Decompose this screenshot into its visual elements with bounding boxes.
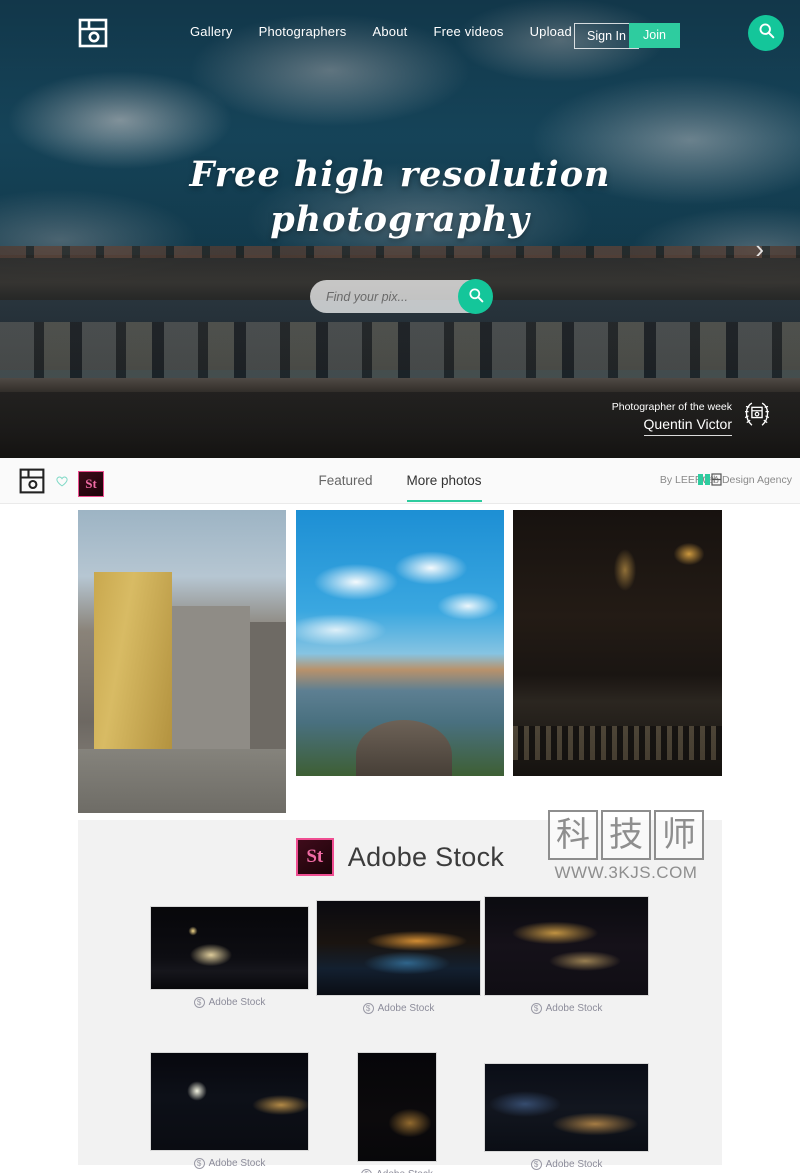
thumbnail-row-2: $ Adobe Stock $ Adobe Stock $ Adobe St [78,1036,722,1173]
dollar-circle-icon: $ [361,1169,373,1173]
night-harbor-city-lights-thumb[interactable] [316,900,481,996]
nav-link-gallery[interactable]: Gallery [190,24,233,39]
nav-search-button[interactable] [748,15,784,51]
tab-more-photos[interactable]: More photos [406,461,482,502]
join-button[interactable]: Join [629,23,680,48]
porto-street-buildings-photo[interactable] [78,510,286,813]
hero-title: Free high resolution photography [0,152,800,242]
thumbnail-caption-label: Adobe Stock [545,1159,603,1170]
gallery-toolbar: St Featured More photos By LEEROY Web De… [0,458,800,504]
dollar-circle-icon: $ [530,1159,542,1170]
main-navigation: Gallery Photographers About Free videos … [0,0,800,66]
night-downtown-skyline-thumb[interactable] [484,1063,649,1152]
dollar-circle-icon: $ [193,997,205,1008]
photographer-name: Quentin Victor [643,415,732,436]
thumbnail-caption-label: Adobe Stock [376,1169,433,1173]
thumbnail-cell[interactable]: $ Adobe Stock [357,1052,437,1173]
search-icon [758,22,775,44]
search-icon [468,287,484,306]
night-plaza-lit-buildings-thumb[interactable] [150,906,309,990]
night-aerial-city-lights-thumb[interactable] [484,896,649,996]
watermark-characters: 科 技 师 [548,810,704,860]
thumbnail-cell[interactable]: $ Adobe Stock [150,906,309,1008]
thumbnail-cell[interactable]: $ Adobe Stock [484,1063,649,1170]
thumbnail-caption-label: Adobe Stock [545,1003,603,1014]
watermark-overlay: 科 技 师 WWW.3KJS.COM [548,810,704,883]
laurel-wreath-award-icon [740,398,774,437]
dollar-circle-icon: $ [530,1003,542,1014]
photographer-label: Photographer of the week [611,400,732,413]
night-dock-blue-cranes-thumb[interactable] [150,1052,309,1151]
carousel-next-button[interactable]: › [755,236,764,262]
nav-link-upload[interactable]: Upload [530,24,572,39]
thumbnail-cell[interactable]: $ Adobe Stock [484,896,649,1014]
thumbnail-caption: $ Adobe Stock [316,1003,481,1014]
thumbnail-caption-label: Adobe Stock [208,997,266,1008]
thumbnail-caption-label: Adobe Stock [208,1158,266,1169]
adobe-stock-thumbnail-grid: $ Adobe Stock $ Adobe Stock $ Adobe Stoc… [78,896,722,1173]
watermark-char: 技 [601,810,651,860]
page-root: Gallery Photographers About Free videos … [0,0,800,1173]
photographer-of-the-week[interactable]: Photographer of the week Quentin Victor [612,398,774,437]
night-dark-tower-thumb[interactable] [357,1052,437,1162]
dollar-circle-icon: $ [362,1003,374,1014]
byline[interactable]: By LEEROY Web Design Agency [660,473,792,487]
hero-title-line-1: Free high resolution [189,154,611,195]
thumbnail-caption: $ Adobe Stock [150,1158,309,1169]
watermark-url: WWW.3KJS.COM [554,863,698,882]
thumbnail-caption: $ Adobe Stock [484,1003,649,1014]
tab-featured[interactable]: Featured [318,461,372,502]
nav-link-about[interactable]: About [372,24,407,39]
adobe-stock-logo-icon: St [295,838,334,876]
harbor-blue-sky-photo[interactable] [296,510,504,776]
watermark-char: 科 [548,810,598,860]
dollar-circle-icon: $ [193,1158,205,1169]
nav-links: Gallery Photographers About Free videos … [190,24,572,39]
thumbnail-caption: $ Adobe Stock [357,1169,437,1173]
thumbnail-caption: $ Adobe Stock [150,997,309,1008]
adobe-stock-title: Adobe Stock [347,841,505,872]
photo-gallery [0,504,800,816]
hero-title-line-2: photography [270,199,530,240]
hero-banner: Gallery Photographers About Free videos … [0,0,800,458]
camera-logo-icon[interactable] [77,17,109,49]
dark-wine-bar-photo[interactable] [513,510,722,776]
thumbnail-cell[interactable]: $ Adobe Stock [150,1052,309,1169]
leeroy-logo-icon [696,473,722,487]
nav-link-photographers[interactable]: Photographers [259,24,347,39]
hero-search-button[interactable] [458,279,493,314]
watermark-char: 师 [654,810,704,860]
thumbnail-row-1: $ Adobe Stock $ Adobe Stock $ Adobe Stoc… [78,896,722,1036]
photographer-text: Photographer of the week Quentin Victor [612,400,732,436]
search-input[interactable] [310,289,460,304]
nav-link-free-videos[interactable]: Free videos [433,24,503,39]
thumbnail-cell[interactable]: $ Adobe Stock [316,900,481,1014]
thumbnail-caption-label: Adobe Stock [377,1003,435,1014]
thumbnail-caption: $ Adobe Stock [484,1159,649,1170]
